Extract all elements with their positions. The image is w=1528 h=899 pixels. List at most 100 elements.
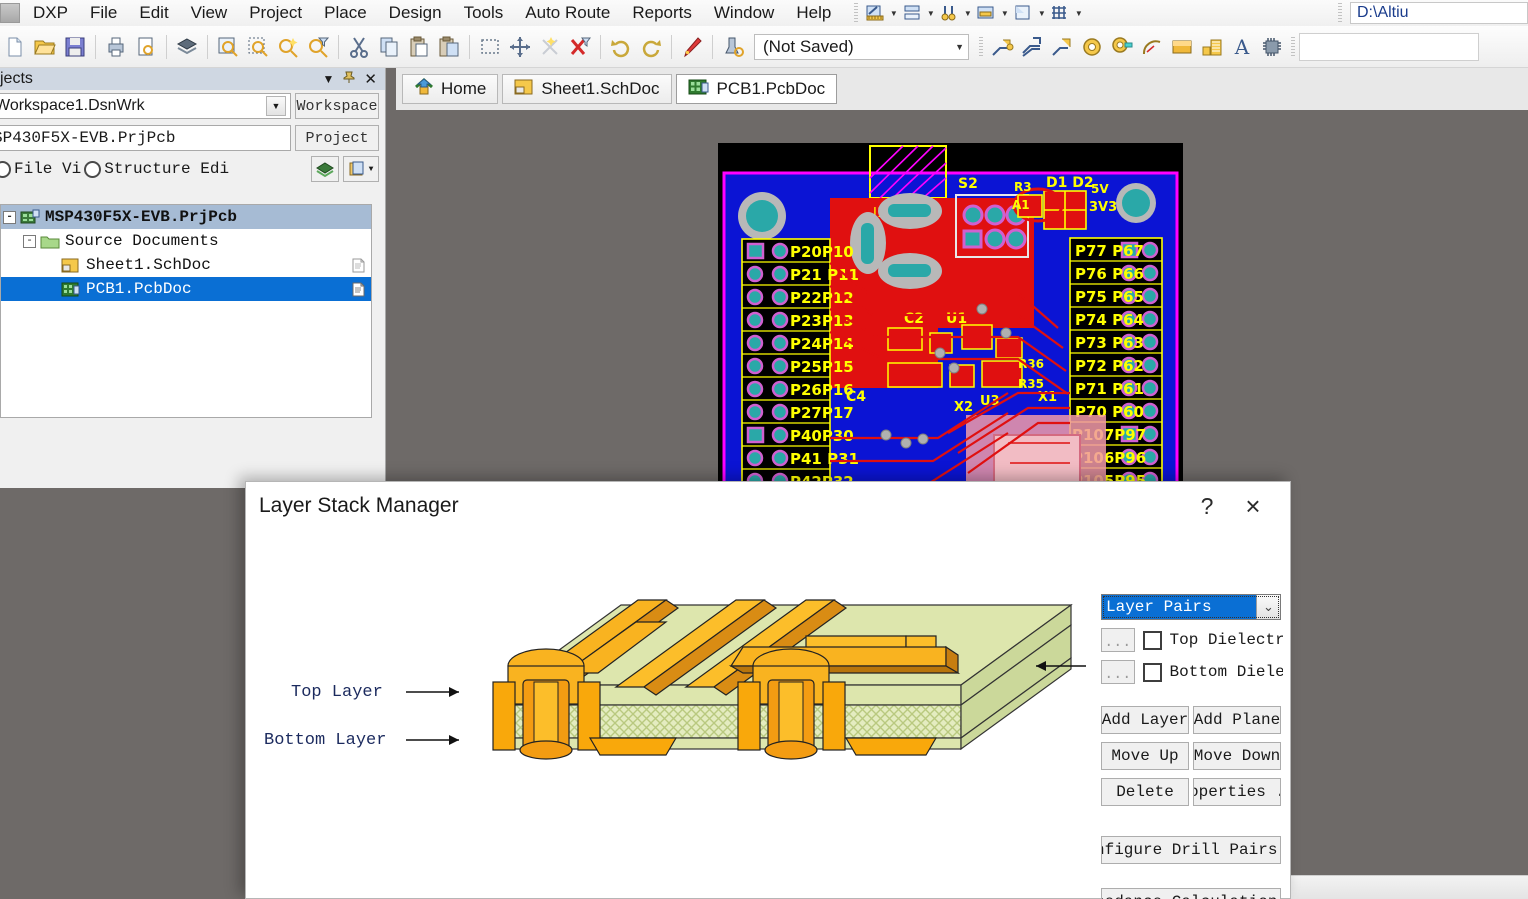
deselect-icon[interactable] [535, 31, 565, 63]
impedance-calculation-button[interactable]: pedance Calculation. [1101, 888, 1281, 899]
close-button[interactable]: × [1230, 486, 1276, 526]
chevron-down-icon[interactable]: ▼ [955, 42, 964, 52]
arc-icon[interactable] [1137, 31, 1167, 63]
bottom-dielectric-browse-button[interactable]: ... [1101, 660, 1135, 684]
tab-pcb1-pcbdoc[interactable]: PCB1.PcbDoc [675, 74, 838, 104]
measure-icon[interactable] [936, 2, 962, 24]
menu-item-edit[interactable]: Edit [128, 0, 179, 26]
redo-icon[interactable] [636, 31, 666, 63]
copy-icon[interactable] [374, 31, 404, 63]
toolbar-grip[interactable] [854, 3, 859, 23]
highlight-icon[interactable] [677, 31, 707, 63]
delete-button[interactable]: Delete [1101, 778, 1189, 806]
cut-icon[interactable] [344, 31, 374, 63]
configure-drill-pairs-button[interactable]: nfigure Drill Pairs. [1101, 836, 1281, 864]
toolbar-empty-field[interactable] [1299, 32, 1479, 61]
string-icon[interactable]: A [1227, 31, 1257, 63]
system-menu-icon[interactable] [0, 3, 20, 23]
expander-icon[interactable]: - [23, 234, 36, 248]
undo-icon[interactable] [606, 31, 636, 63]
menu-item-place[interactable]: Place [313, 0, 378, 26]
options-icon[interactable]: ▼ [343, 156, 379, 182]
layers-stack-icon[interactable] [172, 31, 202, 63]
menu-item-reports[interactable]: Reports [621, 0, 703, 26]
project-tree[interactable]: - MSP430F5X-EVB.PrjPcb - Source Document… [0, 204, 372, 418]
select-area-icon[interactable] [475, 31, 505, 63]
zoom-document-icon[interactable] [213, 31, 243, 63]
radio-structure-editor[interactable] [84, 160, 102, 178]
print-icon[interactable] [101, 31, 131, 63]
chevron-down-icon[interactable]: ▼ [962, 2, 973, 24]
radio-file-view[interactable] [0, 160, 11, 178]
chevron-down-icon[interactable]: ▼ [888, 2, 899, 24]
snap-icon[interactable] [1010, 2, 1036, 24]
save-state-combo[interactable]: (Not Saved) ▼ [754, 33, 969, 60]
chevron-down-icon[interactable]: ⌄ [1256, 595, 1280, 619]
open-folder-icon[interactable] [30, 31, 60, 63]
zoom-filter-icon[interactable] [303, 31, 333, 63]
tree-node-source-documents[interactable]: - Source Documents [1, 229, 371, 253]
workspace-button[interactable]: Workspace [295, 93, 379, 119]
interactive-route-icon[interactable] [1047, 31, 1077, 63]
document-path-field[interactable]: D:\Altiu [1350, 2, 1528, 24]
add-plane-button[interactable]: Add Plane [1193, 706, 1281, 734]
paste-special-icon[interactable] [434, 31, 464, 63]
route-differential-icon[interactable] [1017, 31, 1047, 63]
layers-icon[interactable] [899, 2, 925, 24]
compile-icon[interactable] [311, 156, 339, 182]
path-grip[interactable] [1338, 3, 1342, 23]
paste-icon[interactable] [404, 31, 434, 63]
chevron-down-icon[interactable]: ▼ [266, 96, 286, 116]
properties-button[interactable]: operties . [1193, 778, 1281, 806]
menu-item-window[interactable]: Window [703, 0, 785, 26]
tab-home[interactable]: Home [402, 74, 499, 104]
pad-icon[interactable] [1107, 31, 1137, 63]
save-icon[interactable] [60, 31, 90, 63]
help-button[interactable]: ? [1184, 486, 1230, 526]
component-icon[interactable] [1257, 31, 1287, 63]
toolbar-grip[interactable] [1291, 36, 1295, 57]
layer-stack-manager-dialog[interactable]: Layer Stack Manager ? × Top Layer Bottom… [245, 481, 1291, 899]
chevron-down-icon[interactable]: ▼ [323, 72, 335, 86]
menu-item-help[interactable]: Help [785, 0, 842, 26]
board-insight-icon[interactable] [973, 2, 999, 24]
grid-icon[interactable] [1047, 2, 1073, 24]
chevron-down-icon[interactable]: ▼ [1073, 2, 1084, 24]
move-up-button[interactable]: Move Up [1101, 742, 1189, 770]
menu-item-file[interactable]: File [79, 0, 128, 26]
menu-item-view[interactable]: View [180, 0, 239, 26]
top-dielectric-checkbox[interactable] [1142, 630, 1162, 650]
new-document-icon[interactable] [0, 31, 30, 63]
move-down-button[interactable]: Move Down [1193, 742, 1281, 770]
pin-icon[interactable] [342, 70, 356, 89]
chevron-down-icon[interactable]: ▼ [999, 2, 1010, 24]
menu-item-project[interactable]: Project [238, 0, 313, 26]
pcb-canvas[interactable]: J1 [718, 143, 1183, 523]
zoom-selected-icon[interactable] [273, 31, 303, 63]
menu-item-tools[interactable]: Tools [453, 0, 515, 26]
tab-sheet1-schdoc[interactable]: Sheet1.SchDoc [502, 74, 672, 104]
move-icon[interactable] [505, 31, 535, 63]
expander-icon[interactable]: - [3, 210, 16, 224]
tree-node-sheet1-schdoc[interactable]: Sheet1.SchDoc [1, 253, 371, 277]
tree-node-pcb1-pcbdoc[interactable]: PCB1.PcbDoc [1, 277, 371, 301]
zoom-area-icon[interactable] [243, 31, 273, 63]
chevron-down-icon[interactable]: ▼ [925, 2, 936, 24]
project-field[interactable]: SP430F5X-EVB.PrjPcb [0, 125, 291, 151]
bottom-dielectric-checkbox[interactable] [1142, 662, 1162, 682]
chevron-down-icon[interactable]: ▼ [1036, 2, 1047, 24]
menu-item-auto-route[interactable]: Auto Route [514, 0, 621, 26]
fill-icon[interactable] [1167, 31, 1197, 63]
via-icon[interactable] [1077, 31, 1107, 63]
project-button[interactable]: Project [295, 125, 379, 151]
cross-probe-icon[interactable] [718, 31, 748, 63]
workspace-combo[interactable]: Workspace1.DsnWrk ▼ [0, 93, 291, 119]
route-track-icon[interactable] [987, 31, 1017, 63]
ruler-icon[interactable] [862, 2, 888, 24]
menu-item-dxp[interactable]: DXP [22, 0, 79, 26]
menu-item-design[interactable]: Design [378, 0, 453, 26]
print-preview-icon[interactable] [131, 31, 161, 63]
tree-node-project[interactable]: - MSP430F5X-EVB.PrjPcb [1, 205, 371, 229]
toolbar-grip[interactable] [979, 36, 983, 57]
clear-filter-icon[interactable] [565, 31, 595, 63]
